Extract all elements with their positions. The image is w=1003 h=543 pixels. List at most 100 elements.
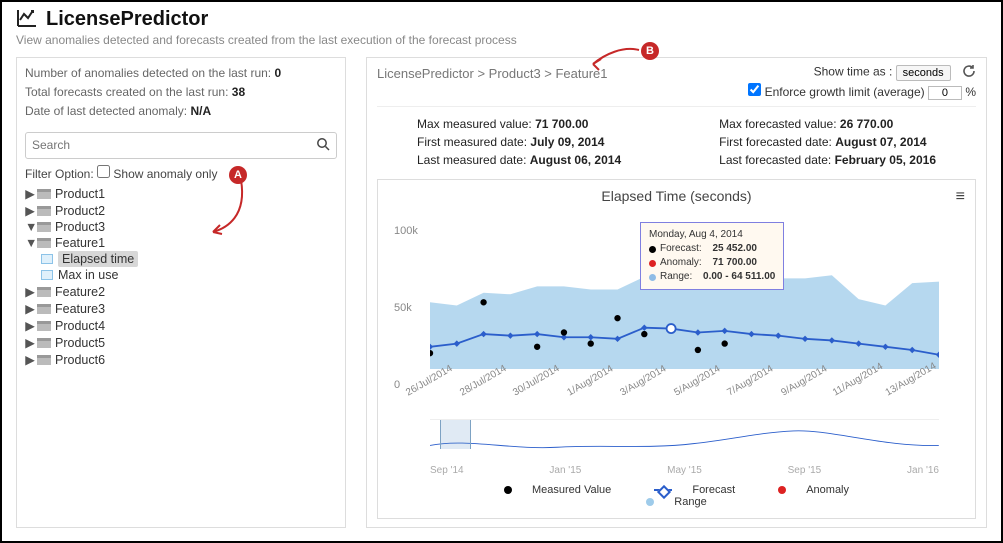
show-time-button[interactable]: seconds [896, 65, 951, 81]
ov-label: Sep '14 [430, 465, 464, 476]
show-anomaly-only-checkbox[interactable] [97, 165, 110, 178]
tree-item-product6[interactable]: Product6 [55, 353, 105, 367]
tooltip-date: Monday, Aug 4, 2014 [649, 228, 775, 242]
dot-icon [649, 274, 656, 281]
toggle-icon[interactable]: ▶ [25, 186, 35, 201]
grid-icon [41, 254, 53, 264]
filter-label: Filter Option: [25, 167, 94, 181]
first-forecast-value: August 07, 2014 [835, 135, 926, 149]
page-subtitle: View anomalies detected and forecasts cr… [16, 33, 987, 47]
first-forecast-label: First forecasted date: [719, 135, 832, 149]
chart-container: Elapsed Time (seconds) ≡ 100k 50k 0 Mond… [377, 179, 976, 519]
max-forecast-label: Max forecasted value: [719, 117, 836, 131]
last-measured-label: Last measured date: [417, 153, 526, 167]
toggle-icon[interactable]: ▶ [25, 318, 35, 333]
first-measured-value: July 09, 2014 [530, 135, 604, 149]
summary-last-anomaly-value: N/A [190, 104, 211, 118]
tooltip-range-label: Range: [660, 270, 692, 284]
legend-anomaly: Anomaly [806, 484, 849, 496]
toggle-icon[interactable]: ▼ [25, 236, 35, 250]
max-measured-value: 71 700.00 [535, 117, 588, 131]
overview-chart[interactable] [430, 419, 939, 459]
ov-label: Sep '15 [788, 465, 822, 476]
legend-dot-icon [504, 486, 512, 494]
tree-item-product1[interactable]: Product1 [55, 187, 105, 201]
tree-item-product2[interactable]: Product2 [55, 204, 105, 218]
enforce-growth-label: Enforce growth limit (average) [765, 85, 925, 99]
tooltip-anomaly-label: Anomaly: [660, 256, 702, 270]
folder-icon [37, 238, 51, 248]
ov-label: Jan '16 [907, 465, 939, 476]
growth-limit-input[interactable] [928, 86, 962, 100]
tree-item-feature3[interactable]: Feature3 [55, 302, 105, 316]
page-title: LicensePredictor [46, 8, 208, 31]
folder-icon [37, 355, 51, 365]
right-panel: LicensePredictor > Product3 > Feature1 S… [366, 57, 987, 528]
toggle-icon[interactable]: ▼ [25, 220, 35, 234]
toggle-icon[interactable]: ▶ [25, 352, 35, 367]
tree-item-max-in-use[interactable]: Max in use [58, 268, 118, 282]
last-forecast-value: February 05, 2016 [835, 153, 936, 167]
callout-a: A [229, 166, 247, 184]
chart-icon [16, 8, 38, 31]
tree-item-product4[interactable]: Product4 [55, 319, 105, 333]
ov-label: Jan '15 [549, 465, 581, 476]
tooltip-forecast-label: Forecast: [660, 242, 702, 256]
ytick-0: 0 [394, 379, 400, 391]
arrow-a [207, 176, 263, 242]
tree-item-feature2[interactable]: Feature2 [55, 285, 105, 299]
folder-icon [37, 222, 51, 232]
toggle-icon[interactable]: ▶ [25, 301, 35, 316]
folder-icon [37, 304, 51, 314]
tree-item-elapsed-time[interactable]: Elapsed time [58, 251, 138, 267]
folder-icon [37, 189, 51, 199]
tree-item-product5[interactable]: Product5 [55, 336, 105, 350]
arrow-b [587, 44, 647, 74]
tooltip-anomaly-value: 71 700.00 [712, 256, 757, 270]
summary-anomalies-label: Number of anomalies detected on the last… [25, 66, 271, 80]
summary-last-anomaly-label: Date of last detected anomaly: [25, 104, 187, 118]
legend-dot-icon [646, 498, 654, 506]
max-forecast-value: 26 770.00 [840, 117, 893, 131]
max-measured-label: Max measured value: [417, 117, 532, 131]
tree-item-product3[interactable]: Product3 [55, 220, 105, 234]
enforce-growth-checkbox[interactable] [748, 83, 761, 96]
breadcrumb: LicensePredictor > Product3 > Feature1 [377, 64, 608, 81]
tree-item-feature1[interactable]: Feature1 [55, 236, 105, 250]
chart-menu-icon[interactable]: ≡ [956, 188, 965, 206]
overview-brush[interactable] [440, 420, 471, 449]
dot-icon [649, 260, 656, 267]
summary-anomalies-value: 0 [274, 66, 281, 80]
legend-range: Range [674, 496, 706, 508]
legend-forecast: Forecast [692, 484, 735, 496]
summary-forecasts-label: Total forecasts created on the last run: [25, 85, 228, 99]
legend-line-icon [654, 489, 672, 491]
toggle-icon[interactable]: ▶ [25, 335, 35, 350]
filter-checkbox-label: Show anomaly only [113, 167, 217, 181]
chart-title: Elapsed Time (seconds) [390, 188, 963, 204]
callout-b: B [641, 42, 659, 60]
product-tree: ▶Product1 ▶Product2 ▼Product3 ▼Feature1 … [25, 185, 337, 368]
tooltip-range-value: 0.00 - 64 511.00 [703, 270, 775, 284]
folder-icon [37, 338, 51, 348]
left-panel: Number of anomalies detected on the last… [16, 57, 346, 528]
folder-icon [37, 206, 51, 216]
ytick-100k: 100k [394, 225, 418, 237]
toggle-icon[interactable]: ▶ [25, 203, 35, 218]
pct-label: % [965, 85, 976, 99]
tooltip-forecast-value: 25 452.00 [712, 242, 757, 256]
ov-label: May '15 [667, 465, 702, 476]
last-forecast-label: Last forecasted date: [719, 153, 831, 167]
show-time-label: Show time as : [814, 65, 893, 79]
legend-dot-icon [778, 486, 786, 494]
chart-legend: Measured Value Forecast Anomaly Range [390, 484, 963, 508]
search-icon[interactable] [316, 137, 330, 154]
folder-icon [37, 287, 51, 297]
toggle-icon[interactable]: ▶ [25, 284, 35, 299]
refresh-icon[interactable] [962, 64, 976, 81]
folder-icon [37, 321, 51, 331]
chart-tooltip: Monday, Aug 4, 2014 Forecast: 25 452.00 … [640, 222, 784, 290]
main-chart[interactable]: 100k 50k 0 Monday, Aug 4, 2014 Forecast:… [430, 210, 939, 385]
ytick-50k: 50k [394, 302, 412, 314]
search-input[interactable] [32, 138, 316, 152]
